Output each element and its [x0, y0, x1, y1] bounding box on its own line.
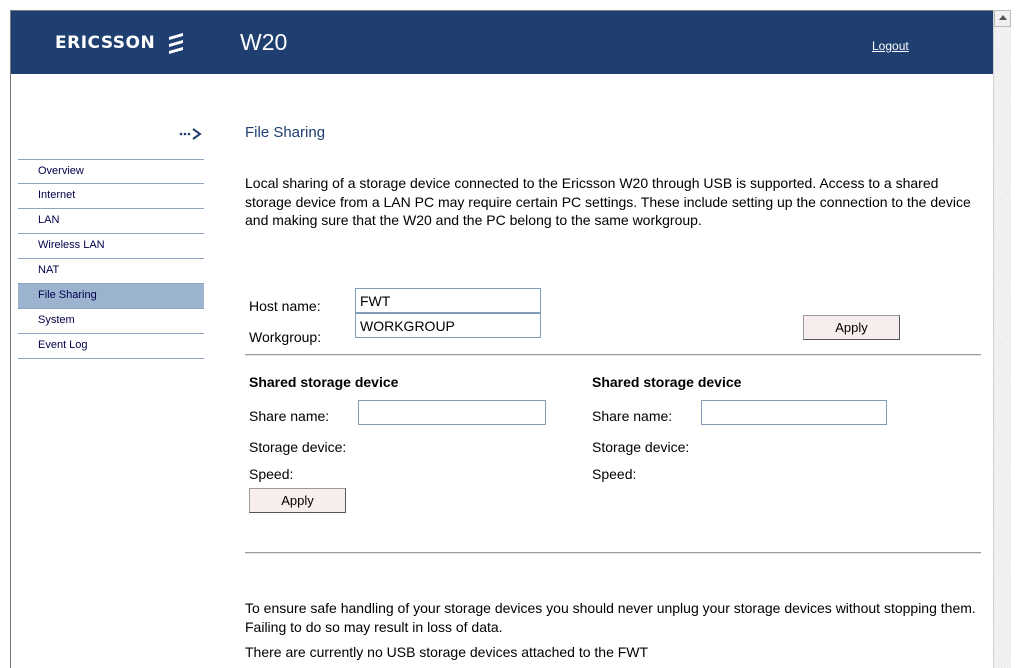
share-title: Shared storage device	[249, 374, 399, 390]
ericsson-logo-icon	[169, 33, 184, 54]
share-name-label: Share name:	[249, 408, 330, 424]
workgroup-label: Workgroup:	[249, 329, 322, 345]
product-name: W20	[240, 29, 288, 55]
storage-device-label: Storage device:	[249, 439, 347, 455]
apply-share-button[interactable]: Apply	[249, 488, 346, 513]
share-name-field[interactable]	[358, 400, 546, 425]
vertical-scrollbar[interactable]	[993, 10, 1011, 668]
sidebar-item-file-sharing[interactable]: File Sharing	[18, 284, 204, 309]
storage-device-label: Storage device:	[592, 439, 690, 455]
divider	[245, 552, 981, 554]
header-bar: ERICSSON W20 Logout	[11, 11, 994, 74]
brand-name: ERICSSON	[55, 33, 156, 53]
page-title: File Sharing	[245, 124, 326, 141]
safety-note: To ensure safe handling of your storage …	[245, 600, 976, 635]
scroll-up-arrow-icon[interactable]	[994, 10, 1011, 27]
host-name-label: Host name:	[249, 298, 321, 314]
sidebar-item-internet[interactable]: Internet	[18, 184, 204, 209]
speed-label: Speed:	[249, 466, 294, 482]
sidebar-nav: Overview Internet LAN Wireless LAN NAT F…	[18, 159, 204, 359]
intro-text: Local sharing of a storage device connec…	[245, 175, 971, 228]
apply-host-button[interactable]: Apply	[803, 315, 900, 340]
sidebar-item-system[interactable]: System	[18, 309, 204, 334]
scrollbar-track[interactable]	[996, 27, 1009, 668]
share-name-field[interactable]	[701, 400, 887, 425]
sidebar-item-wireless-lan[interactable]: Wireless LAN	[18, 234, 204, 259]
divider	[245, 354, 981, 356]
dotted-arrow-icon	[179, 128, 202, 140]
brand: ERICSSON	[55, 30, 189, 56]
workgroup-field[interactable]	[355, 313, 541, 338]
status-note: There are currently no USB storage devic…	[245, 644, 649, 660]
share-title: Shared storage device	[592, 374, 742, 390]
browser-content: ERICSSON W20 Logout Overview Internet LA…	[10, 10, 994, 668]
share-name-label: Share name:	[592, 408, 673, 424]
sidebar-item-overview[interactable]: Overview	[18, 159, 204, 184]
host-name-field[interactable]	[355, 288, 541, 313]
sidebar-item-nat[interactable]: NAT	[18, 259, 204, 284]
sidebar-item-event-log[interactable]: Event Log	[18, 334, 204, 359]
speed-label: Speed:	[592, 466, 637, 482]
logout-link[interactable]: Logout	[872, 39, 909, 53]
sidebar-item-lan[interactable]: LAN	[18, 209, 204, 234]
